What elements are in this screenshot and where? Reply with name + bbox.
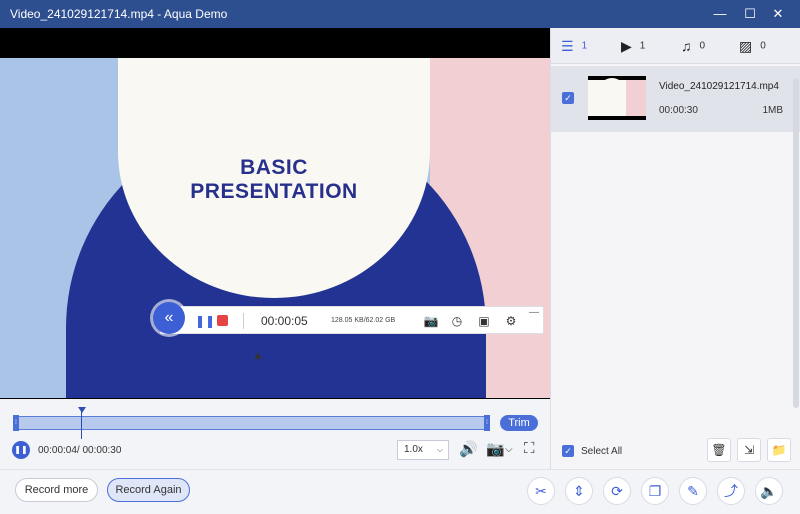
chevron-down-icon: ⌵ bbox=[436, 445, 443, 454]
share-icon[interactable]: ⤴ bbox=[717, 477, 745, 505]
volume-icon[interactable]: 🔊 bbox=[459, 440, 478, 458]
slide-frame: BASIC PRESENTATION bbox=[0, 58, 550, 398]
mouse-cursor-icon: ▲ bbox=[252, 348, 264, 362]
image-icon: ▨ bbox=[739, 38, 753, 54]
title-bar: Video_241029121714.mp4 - Aqua Demo — ☐ ✕ bbox=[0, 0, 800, 28]
toolbar-divider bbox=[243, 313, 244, 329]
tab-video-count: 1 bbox=[639, 40, 646, 52]
select-all-checkbox[interactable]: ✓ bbox=[562, 445, 574, 457]
tab-audio-count: 0 bbox=[699, 40, 706, 52]
tab-all-count: 1 bbox=[581, 40, 588, 52]
folder-icon[interactable]: 📁 bbox=[767, 438, 791, 462]
playback-time: 00:00:04/ 00:00:30 bbox=[38, 445, 122, 456]
camera-icon[interactable]: 📷 bbox=[423, 312, 439, 330]
clock-icon[interactable]: ◷ bbox=[449, 312, 465, 330]
snapshot-camera-icon[interactable]: 📷 bbox=[486, 440, 505, 458]
convert-icon[interactable]: ⟳ bbox=[603, 477, 631, 505]
video-preview[interactable]: BASIC PRESENTATION bbox=[0, 28, 550, 399]
close-button[interactable]: ✕ bbox=[768, 4, 788, 24]
video-thumbnail bbox=[588, 76, 646, 120]
window-title: Video_241029121714.mp4 - Aqua Demo bbox=[10, 7, 228, 21]
tab-image-count: 0 bbox=[760, 40, 766, 52]
media-tabs: ☰ 1 ▶ 1 ♫ 0 ▨ 0 bbox=[551, 28, 800, 64]
file-name: Video_241029121714.mp4 bbox=[659, 81, 779, 92]
gear-icon[interactable]: ⚙ bbox=[503, 312, 519, 330]
recording-size-readout: 128.05 KB/62.02 GB bbox=[331, 317, 396, 324]
video-icon: ▶ bbox=[621, 38, 632, 54]
recording-toolbar: ❚❚ 00:00:05 128.05 KB/62.02 GB 📷 ◷ ▣ ⚙ — bbox=[160, 306, 544, 334]
trash-icon[interactable]: 🗑 bbox=[707, 438, 731, 462]
file-duration: 00:00:30 bbox=[659, 105, 698, 116]
slide-headline-line1: BASIC bbox=[240, 156, 308, 179]
speed-value: 1.0x bbox=[404, 444, 423, 455]
scissors-icon[interactable]: ✂ bbox=[527, 477, 555, 505]
record-again-button[interactable]: Record Again bbox=[107, 478, 190, 502]
playhead-marker[interactable] bbox=[78, 407, 86, 413]
recording-pause-button[interactable]: ❚❚ bbox=[195, 312, 215, 330]
file-size: 1MB bbox=[762, 105, 783, 116]
select-all-label: Select All bbox=[581, 446, 623, 457]
panel-scrollbar[interactable] bbox=[793, 78, 799, 408]
record-more-button[interactable]: Record more bbox=[15, 478, 98, 502]
trim-button[interactable]: Trim bbox=[500, 415, 538, 431]
toolbar-minimize-button[interactable]: — bbox=[529, 307, 539, 318]
minimize-button[interactable]: — bbox=[710, 4, 730, 24]
snapshot-dropdown-icon[interactable]: ⌵ bbox=[505, 444, 513, 455]
recording-stop-button[interactable] bbox=[217, 315, 228, 326]
recording-elapsed-time: 00:00:05 bbox=[261, 314, 308, 328]
tab-video[interactable]: ▶ 1 bbox=[621, 38, 645, 54]
recording-history-panel: ☰ 1 ▶ 1 ♫ 0 ▨ 0 ✓ Video_241029121714.mp4 00:… bbox=[550, 28, 800, 469]
bottom-bar: Record more Record Again ✂ ⇕ ⟳ ❐ ✎ ⤴ 🔈 bbox=[0, 469, 800, 514]
edit-icon[interactable]: ✎ bbox=[679, 477, 707, 505]
slide-headline: BASIC PRESENTATION bbox=[118, 156, 430, 204]
volume-plus-icon[interactable]: 🔈 bbox=[755, 477, 783, 505]
speed-select[interactable]: 1.0x ⌵ bbox=[397, 440, 449, 460]
collapse-toolbar-button[interactable]: « bbox=[153, 302, 185, 334]
copy-icon[interactable]: ❐ bbox=[641, 477, 669, 505]
tab-all[interactable]: ☰ 1 bbox=[561, 38, 587, 54]
folder-export-icon[interactable]: ⇲ bbox=[737, 438, 761, 462]
list-icon: ☰ bbox=[561, 38, 574, 54]
playhead-line[interactable] bbox=[81, 409, 82, 439]
item-checkbox[interactable]: ✓ bbox=[562, 92, 574, 104]
tab-audio[interactable]: ♫ 0 bbox=[681, 38, 705, 54]
toolbox-icon[interactable]: ▣ bbox=[476, 312, 492, 330]
slide-headline-line2: PRESENTATION bbox=[190, 180, 358, 203]
list-item[interactable]: ✓ Video_241029121714.mp4 00:00:30 1MB bbox=[551, 66, 800, 132]
trim-end-handle[interactable]: ⁞ bbox=[484, 415, 490, 431]
audio-icon: ♫ bbox=[681, 38, 692, 54]
timeline-selection[interactable] bbox=[19, 416, 487, 430]
fullscreen-icon[interactable]: ⛶ bbox=[524, 440, 535, 457]
play-pause-button[interactable]: ❚❚ bbox=[12, 441, 30, 459]
maximize-button[interactable]: ☐ bbox=[740, 4, 760, 24]
tab-image[interactable]: ▨ 0 bbox=[739, 38, 766, 54]
merge-icon[interactable]: ⇕ bbox=[565, 477, 593, 505]
trim-start-handle[interactable]: ⁞ bbox=[13, 415, 19, 431]
player-controls: ⁞ ⁞ Trim ❚❚ 00:00:04/ 00:00:30 1.0x ⌵ 🔊 … bbox=[0, 399, 550, 469]
